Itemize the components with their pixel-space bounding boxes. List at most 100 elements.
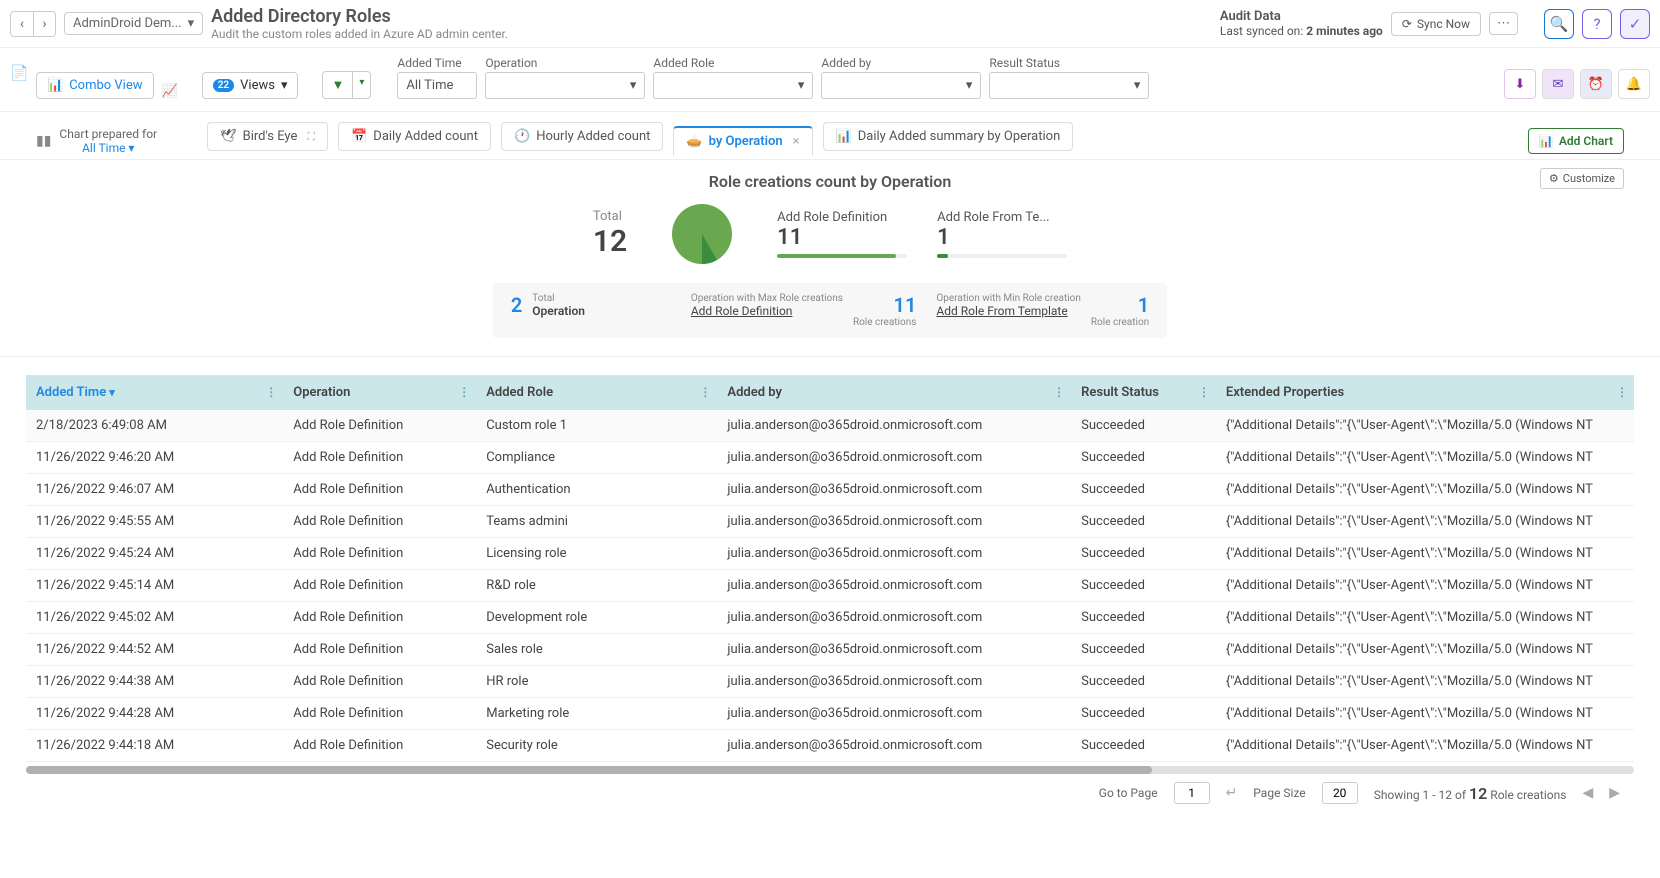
page-size-input[interactable]	[1322, 782, 1358, 804]
schedule-button[interactable]: ⏰	[1580, 69, 1612, 99]
next-page-button[interactable]: ▶	[1609, 785, 1620, 801]
bird-icon: 🕊	[220, 129, 237, 144]
table-cell: julia.anderson@o365droid.onmicrosoft.com	[717, 410, 1071, 442]
table-cell: 11/26/2022 9:45:02 AM	[26, 602, 283, 634]
column-menu-icon[interactable]: ⋮	[1053, 385, 1065, 399]
table-row[interactable]: 11/26/2022 9:45:14 AMAdd Role Definition…	[26, 570, 1634, 602]
filter-button[interactable]: ▼	[322, 71, 353, 99]
more-menu-button[interactable]: ⋯	[1489, 12, 1518, 35]
go-to-page-button[interactable]: ↵	[1226, 785, 1238, 801]
table-cell: Add Role Definition	[283, 410, 476, 442]
column-menu-icon[interactable]: ⋮	[699, 385, 711, 399]
column-menu-icon[interactable]: ⋮	[458, 385, 470, 399]
filter-added-role-select[interactable]: ▾	[653, 72, 813, 99]
filter-added-time-select[interactable]: All Time	[397, 72, 477, 99]
table-cell: {"Additional Details":"{\"User-Agent\":\…	[1216, 730, 1634, 762]
table-row[interactable]: 2/18/2023 6:49:08 AMAdd Role DefinitionC…	[26, 410, 1634, 442]
download-button[interactable]: ⬇	[1504, 69, 1536, 99]
customize-chart-button[interactable]: ⚙ Customize	[1540, 168, 1624, 189]
page-size-label: Page Size	[1253, 786, 1305, 800]
column-header[interactable]: Result Status⋮	[1071, 375, 1216, 410]
table-cell: julia.anderson@o365droid.onmicrosoft.com	[717, 538, 1071, 570]
table-row[interactable]: 11/26/2022 9:46:20 AMAdd Role Definition…	[26, 442, 1634, 474]
filter-result-status-select[interactable]: ▾	[989, 72, 1149, 99]
page-input[interactable]	[1174, 782, 1210, 804]
tab-daily-summary[interactable]: 📊 Daily Added summary by Operation	[823, 122, 1074, 151]
table-cell: Succeeded	[1071, 410, 1216, 442]
notify-button[interactable]: 🔔	[1618, 69, 1650, 99]
status-button[interactable]: ✓	[1620, 9, 1650, 39]
table-cell: Succeeded	[1071, 666, 1216, 698]
table-cell: julia.anderson@o365droid.onmicrosoft.com	[717, 666, 1071, 698]
nav-forward-button[interactable]: ›	[33, 12, 55, 36]
table-cell: Custom role 1	[476, 410, 717, 442]
table-row[interactable]: 11/26/2022 9:45:24 AMAdd Role Definition…	[26, 538, 1634, 570]
filter-added-role-label: Added Role	[653, 56, 813, 70]
table-cell: {"Additional Details":"{\"User-Agent\":\…	[1216, 506, 1634, 538]
filter-added-time-label: Added Time	[397, 56, 477, 70]
go-to-page-label: Go to Page	[1099, 786, 1158, 800]
table-row[interactable]: 11/26/2022 9:45:02 AMAdd Role Definition…	[26, 602, 1634, 634]
chart-mode-icon[interactable]: 📈	[162, 84, 178, 99]
sync-now-button[interactable]: ⟳ Sync Now	[1391, 12, 1481, 36]
clock-icon: ⏰	[1588, 77, 1604, 92]
stat-min-name[interactable]: Add Role From Template	[936, 304, 1081, 318]
search-button[interactable]: 🔍	[1544, 9, 1574, 39]
column-menu-icon[interactable]: ⋮	[1198, 385, 1210, 399]
column-menu-icon[interactable]: ⋮	[1616, 385, 1628, 399]
filter-operation-select[interactable]: ▾	[485, 72, 645, 99]
table-cell: Succeeded	[1071, 506, 1216, 538]
stat-total-op-num: 2	[511, 293, 522, 317]
horizontal-scrollbar[interactable]	[26, 766, 1634, 774]
column-header[interactable]: Added Role⋮	[476, 375, 717, 410]
table-row[interactable]: 11/26/2022 9:46:07 AMAdd Role Definition…	[26, 474, 1634, 506]
showing-summary: Showing 1 - 12 of 12 Role creations	[1374, 784, 1567, 803]
page-title: Added Directory Roles	[211, 6, 508, 27]
table-row[interactable]: 11/26/2022 9:44:18 AMAdd Role Definition…	[26, 730, 1634, 762]
table-row[interactable]: 11/26/2022 9:45:55 AMAdd Role Definition…	[26, 506, 1634, 538]
views-dropdown[interactable]: 22 Views ▾	[202, 72, 299, 99]
table-cell: Compliance	[476, 442, 717, 474]
app-name: AdminDroid Dem...	[73, 16, 182, 31]
column-header[interactable]: Extended Properties⋮	[1216, 375, 1634, 410]
table-row[interactable]: 11/26/2022 9:44:38 AMAdd Role Definition…	[26, 666, 1634, 698]
table-cell: R&D role	[476, 570, 717, 602]
stat-max-name[interactable]: Add Role Definition	[691, 304, 843, 318]
table-cell: {"Additional Details":"{\"User-Agent\":\…	[1216, 602, 1634, 634]
table-row[interactable]: 11/26/2022 9:44:28 AMAdd Role Definition…	[26, 698, 1634, 730]
tab-hourly-added-count[interactable]: 🕐 Hourly Added count	[501, 122, 663, 151]
tab-birds-eye[interactable]: 🕊 Bird's Eye ⛶	[207, 122, 328, 151]
calendar-icon: 📅	[351, 129, 367, 144]
table-cell: {"Additional Details":"{\"User-Agent\":\…	[1216, 474, 1634, 506]
views-count-badge: 22	[213, 79, 234, 92]
help-button[interactable]: ?	[1582, 9, 1612, 39]
stat-max-label: Operation with Max Role creations	[691, 293, 843, 304]
plus-chart-icon: 📊	[1539, 134, 1554, 148]
column-header[interactable]: Added Time▾⋮	[26, 375, 283, 410]
chart-prepared-value[interactable]: All Time ▾	[59, 141, 157, 155]
app-dropdown[interactable]: AdminDroid Dem... ▾	[64, 12, 203, 35]
table-cell: Add Role Definition	[283, 634, 476, 666]
tab-by-operation[interactable]: 🥧 by Operation ×	[673, 126, 812, 156]
add-chart-button[interactable]: 📊 Add Chart	[1528, 128, 1624, 154]
table-cell: {"Additional Details":"{\"User-Agent\":\…	[1216, 698, 1634, 730]
search-icon: 🔍	[1550, 15, 1569, 33]
column-header[interactable]: Added by⋮	[717, 375, 1071, 410]
combo-view-button[interactable]: 📊 Combo View	[36, 72, 154, 99]
table-cell: Succeeded	[1071, 698, 1216, 730]
close-icon[interactable]: ×	[793, 134, 800, 149]
filter-added-by-select[interactable]: ▾	[821, 72, 981, 99]
table-cell: 11/26/2022 9:46:20 AM	[26, 442, 283, 474]
nav-back-button[interactable]: ‹	[11, 12, 33, 36]
email-button[interactable]: ✉	[1542, 69, 1574, 99]
table-cell: julia.anderson@o365droid.onmicrosoft.com	[717, 506, 1071, 538]
column-menu-icon[interactable]: ⋮	[265, 385, 277, 399]
table-row[interactable]: 11/26/2022 9:44:52 AMAdd Role Definition…	[26, 634, 1634, 666]
table-cell: 11/26/2022 9:44:18 AM	[26, 730, 283, 762]
tab-daily-added-count[interactable]: 📅 Daily Added count	[338, 122, 491, 151]
column-header[interactable]: Operation⋮	[283, 375, 476, 410]
stat-total-op-bot: Operation	[532, 304, 585, 318]
prev-page-button[interactable]: ◀	[1582, 785, 1593, 801]
filter-dropdown-button[interactable]: ▾	[353, 71, 371, 99]
page-subtitle: Audit the custom roles added in Azure AD…	[211, 27, 508, 41]
